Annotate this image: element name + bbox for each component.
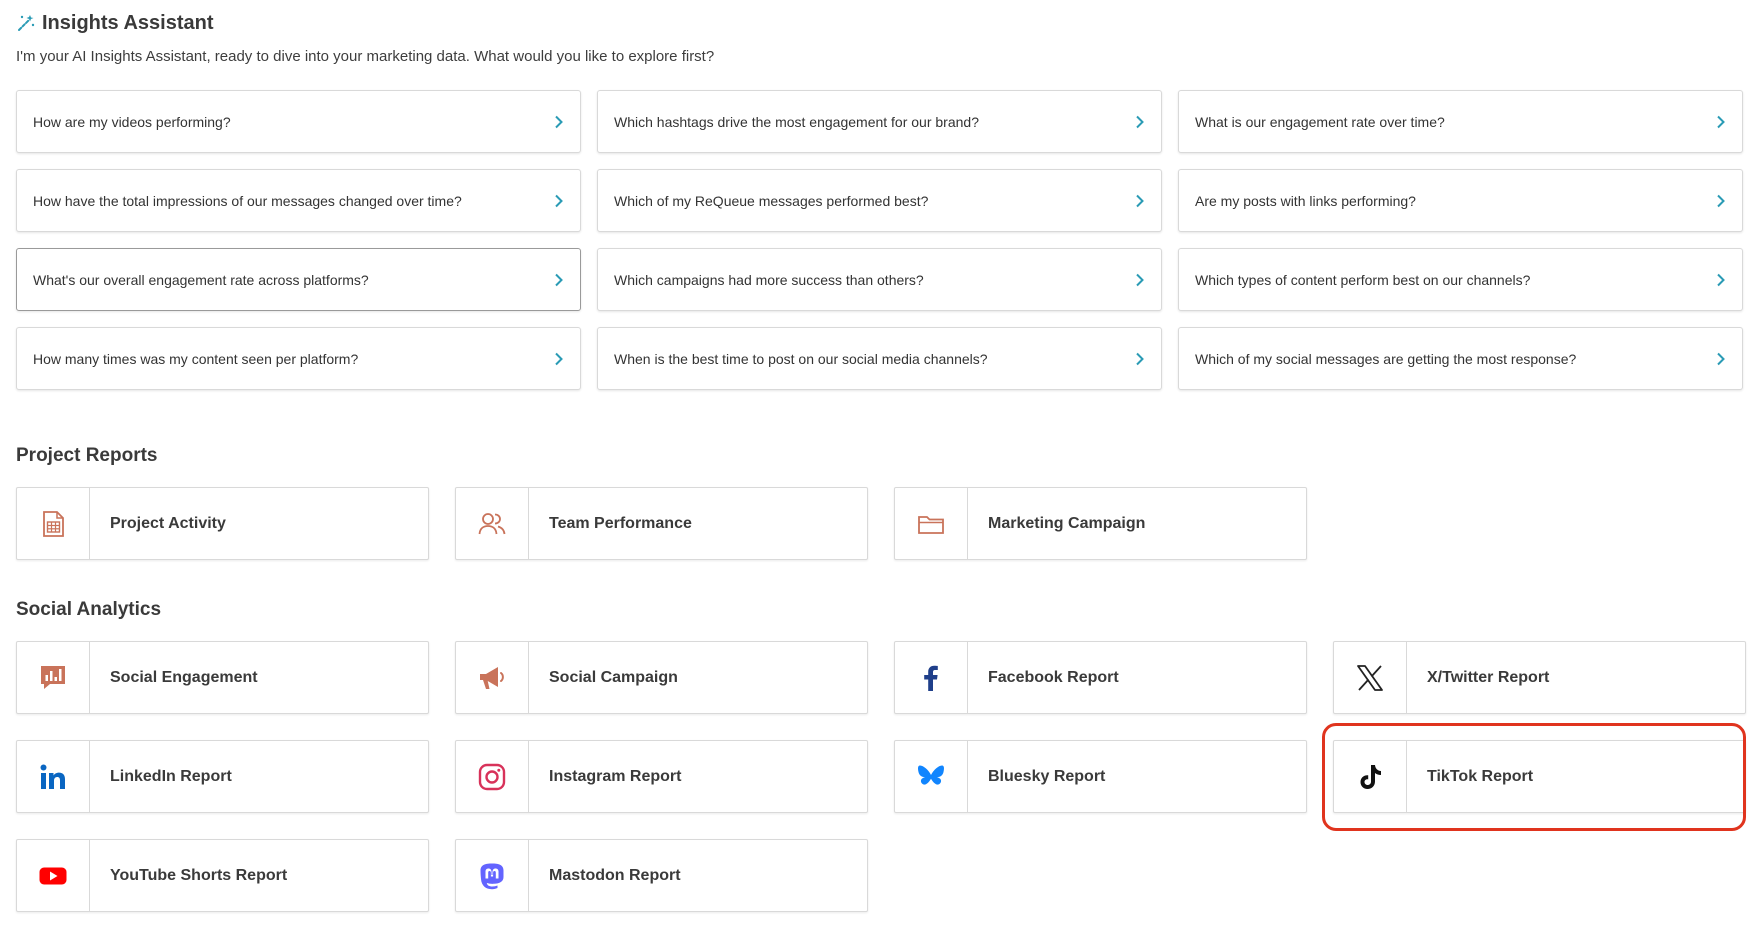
prompt-card[interactable]: Which campaigns had more success than ot… — [597, 248, 1162, 311]
spreadsheet-icon — [43, 510, 64, 537]
prompt-card[interactable]: Which of my ReQueue messages performed b… — [597, 169, 1162, 232]
prompt-text: Which hashtags drive the most engagement… — [614, 113, 979, 130]
chart-bubble-icon — [41, 665, 65, 689]
users-icon — [478, 512, 506, 534]
report-card-social-campaign[interactable]: Social Campaign — [455, 641, 868, 714]
chevron-right-icon — [1136, 352, 1144, 365]
prompt-card[interactable]: Are my posts with links performing? — [1178, 169, 1743, 232]
magic-wand-icon — [18, 15, 35, 31]
card-icon-box — [456, 642, 529, 713]
project-reports-heading: Project Reports — [16, 445, 158, 466]
x-twitter-icon — [1357, 664, 1383, 691]
card-icon-box — [895, 642, 968, 713]
prompt-text: Which types of content perform best on o… — [1195, 271, 1531, 288]
prompt-text: Which of my social messages are getting … — [1195, 350, 1577, 367]
report-card-facebook[interactable]: Facebook Report — [894, 641, 1307, 714]
chevron-right-icon — [1136, 115, 1144, 128]
card-label: Team Performance — [549, 514, 692, 532]
card-label: Mastodon Report — [549, 866, 681, 884]
prompt-text: Are my posts with links performing? — [1195, 192, 1416, 209]
page-title: Insights Assistant — [42, 11, 214, 34]
folder-icon — [918, 515, 944, 534]
card-icon-box — [456, 840, 529, 911]
card-label: TikTok Report — [1427, 767, 1534, 785]
prompt-text: How have the total impressions of our me… — [33, 192, 462, 209]
card-icon-box — [17, 741, 90, 812]
youtube-icon — [39, 867, 67, 884]
prompt-card[interactable]: Which types of content perform best on o… — [1178, 248, 1743, 311]
prompt-card[interactable]: What is our engagement rate over time? — [1178, 90, 1743, 153]
prompt-text: What's our overall engagement rate acros… — [33, 271, 369, 288]
social-analytics-heading: Social Analytics — [16, 599, 162, 620]
linkedin-icon — [40, 764, 65, 789]
report-card-marketing-campaign[interactable]: Marketing Campaign — [894, 487, 1307, 560]
prompt-card[interactable]: How have the total impressions of our me… — [16, 169, 581, 232]
report-card-youtube-shorts[interactable]: YouTube Shorts Report — [16, 839, 429, 912]
prompt-text: What is our engagement rate over time? — [1195, 113, 1445, 130]
report-card-x-twitter[interactable]: X/Twitter Report — [1333, 641, 1746, 714]
card-label: X/Twitter Report — [1427, 668, 1550, 686]
instagram-icon — [478, 763, 506, 790]
report-card-tiktok[interactable]: TikTok Report — [1333, 740, 1746, 813]
report-card-social-engagement[interactable]: Social Engagement — [16, 641, 429, 714]
card-label: Facebook Report — [988, 668, 1119, 686]
chevron-right-icon — [1717, 273, 1725, 286]
prompt-text: How are my videos performing? — [33, 113, 231, 130]
card-label: YouTube Shorts Report — [110, 866, 288, 884]
project-reports-grid: Project Activity Team Performance Market… — [16, 487, 1746, 560]
prompt-text: Which campaigns had more success than ot… — [614, 271, 924, 288]
card-icon-box — [17, 642, 90, 713]
prompt-text: How many times was my content seen per p… — [33, 350, 359, 367]
assistant-intro: I'm your AI Insights Assistant, ready to… — [16, 48, 715, 65]
tiktok-icon — [1360, 764, 1381, 789]
card-icon-box — [17, 488, 90, 559]
card-icon-box — [895, 741, 968, 812]
card-label: Instagram Report — [549, 767, 682, 785]
bluesky-icon — [918, 765, 944, 785]
card-label: Project Activity — [110, 514, 226, 532]
prompt-card[interactable]: What's our overall engagement rate acros… — [16, 248, 581, 311]
card-label: Marketing Campaign — [988, 514, 1146, 532]
chevron-right-icon — [555, 115, 563, 128]
prompt-card[interactable]: Which of my social messages are getting … — [1178, 327, 1743, 390]
prompt-card[interactable]: When is the best time to post on our soc… — [597, 327, 1162, 390]
card-label: Bluesky Report — [988, 767, 1106, 785]
prompt-text: Which of my ReQueue messages performed b… — [614, 192, 929, 209]
social-analytics-grid: Social Engagement Social Campaign Facebo… — [16, 641, 1746, 912]
chevron-right-icon — [1717, 352, 1725, 365]
report-card-linkedin[interactable]: LinkedIn Report — [16, 740, 429, 813]
prompt-text: When is the best time to post on our soc… — [614, 350, 988, 367]
prompt-card[interactable]: Which hashtags drive the most engagement… — [597, 90, 1162, 153]
prompt-card[interactable]: How many times was my content seen per p… — [16, 327, 581, 390]
chevron-right-icon — [555, 273, 563, 286]
report-card-instagram[interactable]: Instagram Report — [455, 740, 868, 813]
card-label: Social Campaign — [549, 668, 678, 686]
report-card-mastodon[interactable]: Mastodon Report — [455, 839, 868, 912]
chevron-right-icon — [1717, 115, 1725, 128]
facebook-icon — [924, 665, 938, 691]
prompt-card[interactable]: How are my videos performing? — [16, 90, 581, 153]
report-card-project-activity[interactable]: Project Activity — [16, 487, 429, 560]
card-icon-box — [17, 840, 90, 911]
report-card-bluesky[interactable]: Bluesky Report — [894, 740, 1307, 813]
chevron-right-icon — [1717, 194, 1725, 207]
chevron-right-icon — [1136, 194, 1144, 207]
mastodon-icon — [480, 863, 504, 889]
megaphone-icon — [480, 666, 504, 689]
card-icon-box — [456, 741, 529, 812]
card-icon-box — [1334, 642, 1407, 713]
chevron-right-icon — [1136, 273, 1144, 286]
chevron-right-icon — [555, 352, 563, 365]
prompt-suggestions: How are my videos performing? Which hash… — [16, 90, 1743, 390]
assistant-header: Insights Assistant — [16, 10, 214, 36]
card-label: Social Engagement — [110, 668, 258, 686]
card-icon-box — [456, 488, 529, 559]
card-label: LinkedIn Report — [110, 767, 232, 785]
card-icon-box — [1334, 741, 1407, 812]
chevron-right-icon — [555, 194, 563, 207]
report-card-team-performance[interactable]: Team Performance — [455, 487, 868, 560]
card-icon-box — [895, 488, 968, 559]
